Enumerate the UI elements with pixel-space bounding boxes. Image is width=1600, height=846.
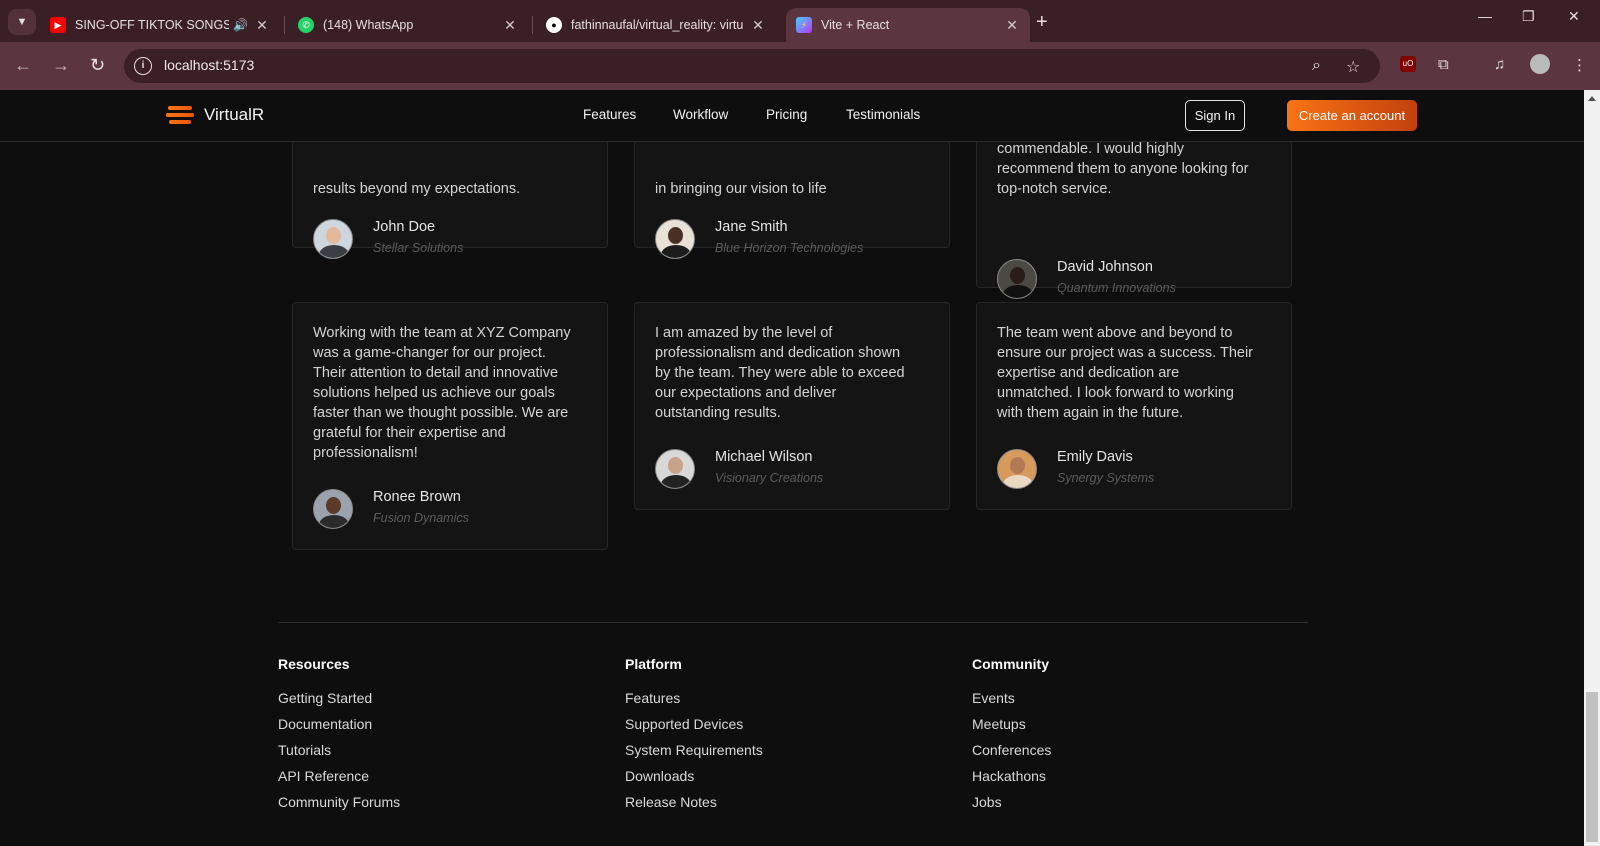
- footer-link[interactable]: Release Notes: [625, 794, 717, 810]
- testimonial-quote: Working with the team at XYZ Company was…: [313, 325, 571, 461]
- avatar: [313, 489, 353, 529]
- toolbar: ← → ↻ i localhost:5173 ⌕ ☆ uO ⧉ ♫ ⋮: [0, 42, 1600, 90]
- person-company: Synergy Systems: [1057, 471, 1155, 485]
- footer-heading-community: Community: [972, 656, 1049, 672]
- testimonial-card: The team went above and beyond to ensure…: [976, 302, 1292, 510]
- close-window-icon[interactable]: ✕: [1568, 8, 1580, 25]
- footer-link[interactable]: Documentation: [278, 716, 372, 732]
- tab-vite-react[interactable]: ⚡ Vite + React ✕: [786, 8, 1030, 42]
- person-name: John Doe: [373, 219, 436, 235]
- nav-link-pricing[interactable]: Pricing: [766, 107, 807, 122]
- scrollbar-thumb[interactable]: [1586, 692, 1598, 842]
- person-company: Fusion Dynamics: [373, 511, 469, 525]
- person-company: Quantum Innovations: [1057, 281, 1176, 295]
- footer-link[interactable]: Meetups: [972, 716, 1026, 732]
- tab-strip: ▼ ▶ SING-OFF TIKTOK SONGS P 🔊 ✕ ✆ (148) …: [0, 0, 1600, 42]
- footer-link[interactable]: Tutorials: [278, 742, 331, 758]
- new-tab-icon[interactable]: +: [1036, 11, 1048, 34]
- close-tab-icon[interactable]: ✕: [502, 17, 518, 34]
- sign-in-button[interactable]: Sign In: [1185, 100, 1245, 131]
- close-tab-icon[interactable]: ✕: [254, 17, 270, 34]
- nav-link-workflow[interactable]: Workflow: [673, 107, 728, 122]
- restore-icon[interactable]: ❐: [1522, 8, 1535, 25]
- person-name: Michael Wilson: [715, 449, 813, 465]
- footer-heading-resources: Resources: [278, 656, 350, 672]
- testimonial-card: Working with the team at XYZ Company was…: [292, 302, 608, 550]
- url-text[interactable]: localhost:5173: [164, 57, 254, 73]
- close-tab-icon[interactable]: ✕: [1004, 17, 1020, 34]
- site-info-icon[interactable]: i: [134, 57, 152, 75]
- site-navbar: VirtualR Features Workflow Pricing Testi…: [0, 90, 1584, 142]
- tab-youtube[interactable]: ▶ SING-OFF TIKTOK SONGS P 🔊 ✕: [40, 8, 280, 42]
- media-control-icon[interactable]: ♫: [1494, 56, 1505, 73]
- person-name: Jane Smith: [715, 219, 788, 235]
- speaker-icon[interactable]: 🔊: [233, 18, 248, 32]
- footer-divider: [278, 622, 1308, 623]
- scroll-up-arrow-icon[interactable]: [1588, 96, 1596, 101]
- github-icon: ●: [546, 17, 562, 33]
- create-account-button[interactable]: Create an account: [1287, 100, 1417, 131]
- minimize-icon[interactable]: —: [1478, 8, 1492, 24]
- close-tab-icon[interactable]: ✕: [750, 17, 766, 34]
- footer-link[interactable]: Features: [625, 690, 680, 706]
- testimonial-quote: results beyond my expectations.: [313, 181, 521, 197]
- reload-icon[interactable]: ↻: [90, 55, 105, 76]
- avatar: [655, 449, 695, 489]
- page-viewport: VirtualR Features Workflow Pricing Testi…: [0, 90, 1584, 846]
- footer-link[interactable]: Downloads: [625, 768, 694, 784]
- vite-icon: ⚡: [796, 17, 812, 33]
- brand-name[interactable]: VirtualR: [204, 105, 264, 125]
- tab-whatsapp[interactable]: ✆ (148) WhatsApp ✕: [288, 8, 528, 42]
- footer-heading-platform: Platform: [625, 656, 682, 672]
- person-company: Visionary Creations: [715, 471, 824, 485]
- menu-kebab-icon[interactable]: ⋮: [1572, 56, 1587, 74]
- tab-separator: [532, 16, 533, 34]
- footer-link[interactable]: Getting Started: [278, 690, 372, 706]
- avatar: [997, 259, 1037, 299]
- footer-link[interactable]: Jobs: [972, 794, 1002, 810]
- forward-icon[interactable]: →: [52, 55, 70, 76]
- person-name: David Johnson: [1057, 259, 1153, 275]
- footer-link[interactable]: API Reference: [278, 768, 369, 784]
- chevron-down-icon: ▼: [16, 16, 28, 28]
- footer-link[interactable]: Hackathons: [972, 768, 1046, 784]
- footer-link[interactable]: Supported Devices: [625, 716, 743, 732]
- testimonial-quote: commendable. I would highly recommend th…: [997, 141, 1249, 197]
- person-name: Emily Davis: [1057, 449, 1133, 465]
- bookmark-star-icon[interactable]: ☆: [1346, 57, 1360, 77]
- footer-link[interactable]: System Requirements: [625, 742, 763, 758]
- tab-search-button[interactable]: ▼: [8, 9, 36, 35]
- testimonial-quote: in bringing our vision to life: [655, 181, 827, 197]
- avatar: [997, 449, 1037, 489]
- logo-icon[interactable]: [166, 106, 194, 126]
- whatsapp-icon: ✆: [298, 17, 314, 33]
- profile-avatar-icon[interactable]: [1530, 54, 1550, 74]
- avatar: [655, 219, 695, 259]
- footer-link[interactable]: Conferences: [972, 742, 1051, 758]
- youtube-icon: ▶: [50, 17, 66, 33]
- testimonial-card: I am amazed by the level of professional…: [634, 302, 950, 510]
- tab-github[interactable]: ● fathinnaufal/virtual_reality: virtu ✕: [536, 8, 776, 42]
- footer-link[interactable]: Events: [972, 690, 1015, 706]
- footer-link[interactable]: Community Forums: [278, 794, 400, 810]
- zoom-icon[interactable]: ⌕: [1312, 57, 1321, 75]
- nav-link-features[interactable]: Features: [583, 107, 636, 122]
- back-icon[interactable]: ←: [14, 55, 32, 76]
- testimonial-quote: The team went above and beyond to ensure…: [997, 325, 1254, 421]
- tab-separator: [284, 16, 285, 34]
- extensions-icon[interactable]: ⧉: [1438, 56, 1449, 73]
- address-bar[interactable]: i localhost:5173 ⌕ ☆: [124, 49, 1380, 83]
- ublock-icon[interactable]: uO: [1400, 56, 1416, 72]
- testimonial-quote: I am amazed by the level of professional…: [655, 325, 905, 421]
- nav-link-testimonials[interactable]: Testimonials: [846, 107, 920, 122]
- person-company: Blue Horizon Technologies: [715, 241, 864, 255]
- avatar: [313, 219, 353, 259]
- person-name: Ronee Brown: [373, 489, 461, 505]
- person-company: Stellar Solutions: [373, 241, 464, 255]
